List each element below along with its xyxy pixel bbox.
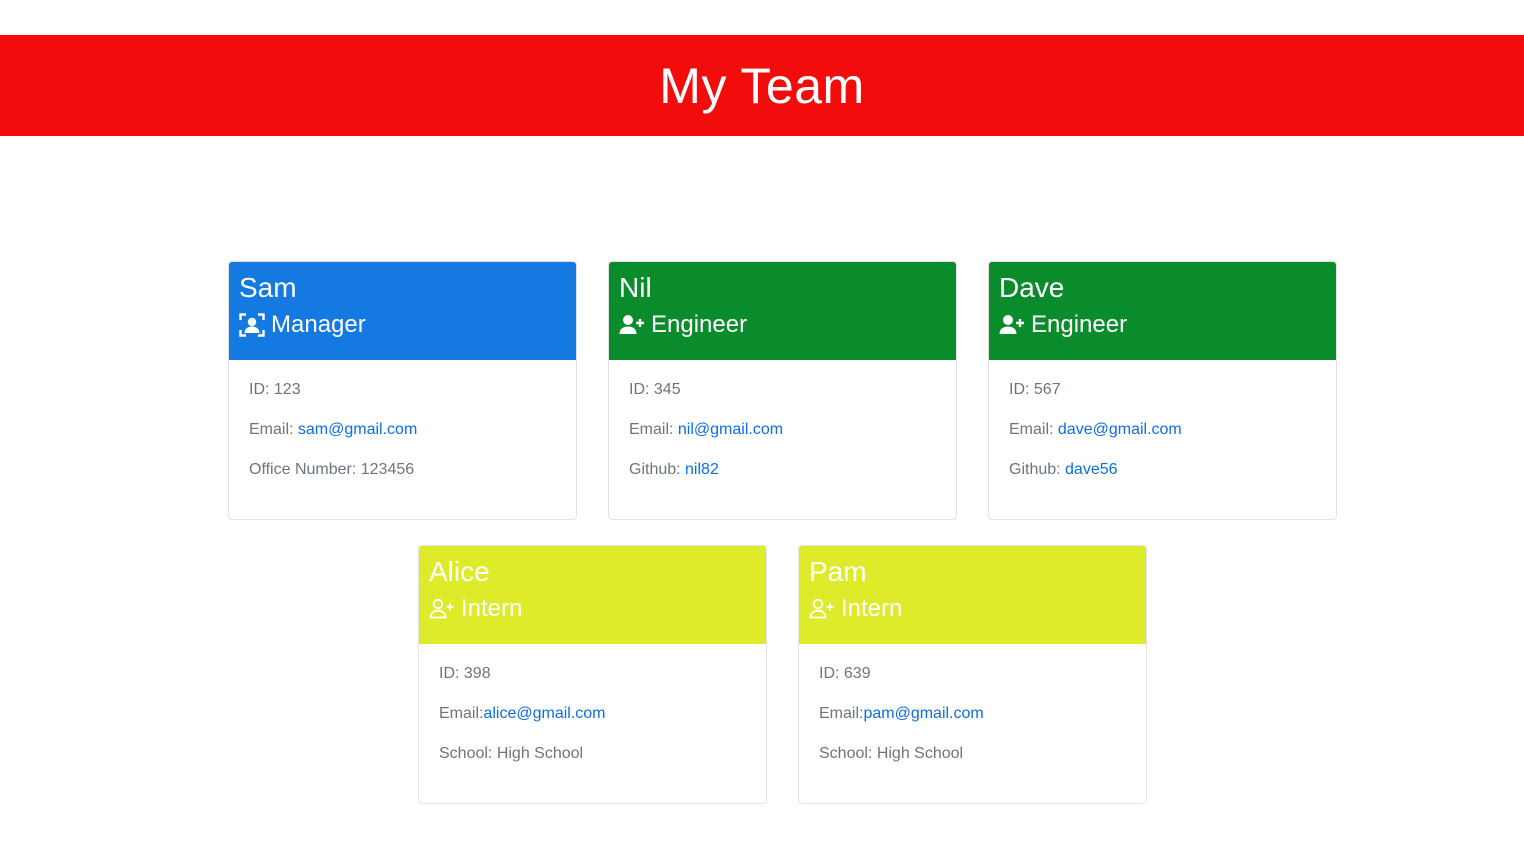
employee-email-row: Email:alice@gmail.com xyxy=(439,704,746,724)
card-header: Dave Engineer xyxy=(989,262,1336,360)
employee-card-pam: Pam Intern ID: 639 Email:pam@gmail.com S… xyxy=(798,545,1147,804)
employee-role: Manager xyxy=(239,311,566,339)
github-link[interactable]: dave56 xyxy=(1065,461,1118,478)
email-label: Email: xyxy=(439,705,484,722)
github-link[interactable]: nil82 xyxy=(685,461,719,478)
employee-name: Alice xyxy=(429,556,490,587)
email-label: Email: xyxy=(1009,421,1058,438)
card-header: Pam Intern xyxy=(799,546,1146,644)
school: School: High School xyxy=(439,745,584,762)
page-header: My Team xyxy=(0,35,1524,136)
github-row: Github: nil82 xyxy=(629,460,936,480)
role-label: Engineer xyxy=(651,311,748,338)
email-link[interactable]: sam@gmail.com xyxy=(298,421,417,438)
card-body: ID: 398 Email:alice@gmail.com School: Hi… xyxy=(419,644,766,784)
card-header: Alice Intern xyxy=(419,546,766,644)
card-body: ID: 345 Email: nil@gmail.com Github: nil… xyxy=(609,360,956,500)
employee-role: Intern xyxy=(809,595,1136,623)
card-body: ID: 639 Email:pam@gmail.com School: High… xyxy=(799,644,1146,784)
employee-card-alice: Alice Intern ID: 398 Email:alice@gmail.c… xyxy=(418,545,767,804)
email-label: Email: xyxy=(629,421,678,438)
page-title: My Team xyxy=(659,57,865,114)
email-link[interactable]: dave@gmail.com xyxy=(1058,421,1182,438)
employee-role: Engineer xyxy=(999,311,1326,339)
employee-name: Sam xyxy=(239,272,297,303)
employee-card-nil: Nil Engineer ID: 345 Email: nil@gmail.co… xyxy=(608,261,957,520)
employee-email-row: Email: nil@gmail.com xyxy=(629,420,936,440)
email-link[interactable]: alice@gmail.com xyxy=(483,705,605,722)
office-number: Office Number: 123456 xyxy=(249,461,415,478)
user-plus-icon xyxy=(999,313,1025,337)
role-label: Intern xyxy=(461,595,523,622)
employee-name: Pam xyxy=(809,556,867,587)
employee-role: Engineer xyxy=(619,311,946,339)
employee-name: Nil xyxy=(619,272,652,303)
card-body: ID: 123 Email: sam@gmail.com Office Numb… xyxy=(229,360,576,500)
role-label: Engineer xyxy=(1031,311,1128,338)
github-label: Github: xyxy=(629,461,686,478)
employee-id: ID: 567 xyxy=(1009,381,1061,398)
employee-id: ID: 345 xyxy=(629,381,681,398)
employee-id: ID: 398 xyxy=(439,665,491,682)
email-label: Email: xyxy=(819,705,864,722)
employee-card-dave: Dave Engineer ID: 567 Email: dave@gmail.… xyxy=(988,261,1337,520)
employee-id: ID: 123 xyxy=(249,381,301,398)
user-focus-icon xyxy=(239,313,265,337)
email-link[interactable]: pam@gmail.com xyxy=(863,705,983,722)
school: School: High School xyxy=(819,745,964,762)
employee-email-row: Email: dave@gmail.com xyxy=(1009,420,1316,440)
employee-email-row: Email:pam@gmail.com xyxy=(819,704,1126,724)
user-plus-outline-icon xyxy=(809,597,835,621)
email-link[interactable]: nil@gmail.com xyxy=(678,421,783,438)
employee-email-row: Email: sam@gmail.com xyxy=(249,420,556,440)
card-header: Nil Engineer xyxy=(609,262,956,360)
role-label: Intern xyxy=(841,595,903,622)
card-header: Sam Manager xyxy=(229,262,576,360)
email-label: Email: xyxy=(249,421,298,438)
employee-role: Intern xyxy=(429,595,756,623)
employee-name: Dave xyxy=(999,272,1065,303)
github-label: Github: xyxy=(1009,461,1066,478)
card-body: ID: 567 Email: dave@gmail.com Github: da… xyxy=(989,360,1336,500)
github-row: Github: dave56 xyxy=(1009,460,1316,480)
employee-id: ID: 639 xyxy=(819,665,871,682)
role-label: Manager xyxy=(271,311,366,338)
user-plus-icon xyxy=(619,313,645,337)
user-plus-outline-icon xyxy=(429,597,455,621)
employee-card-sam: Sam Manager ID: 123 Email: sam@gmail.com… xyxy=(228,261,577,520)
